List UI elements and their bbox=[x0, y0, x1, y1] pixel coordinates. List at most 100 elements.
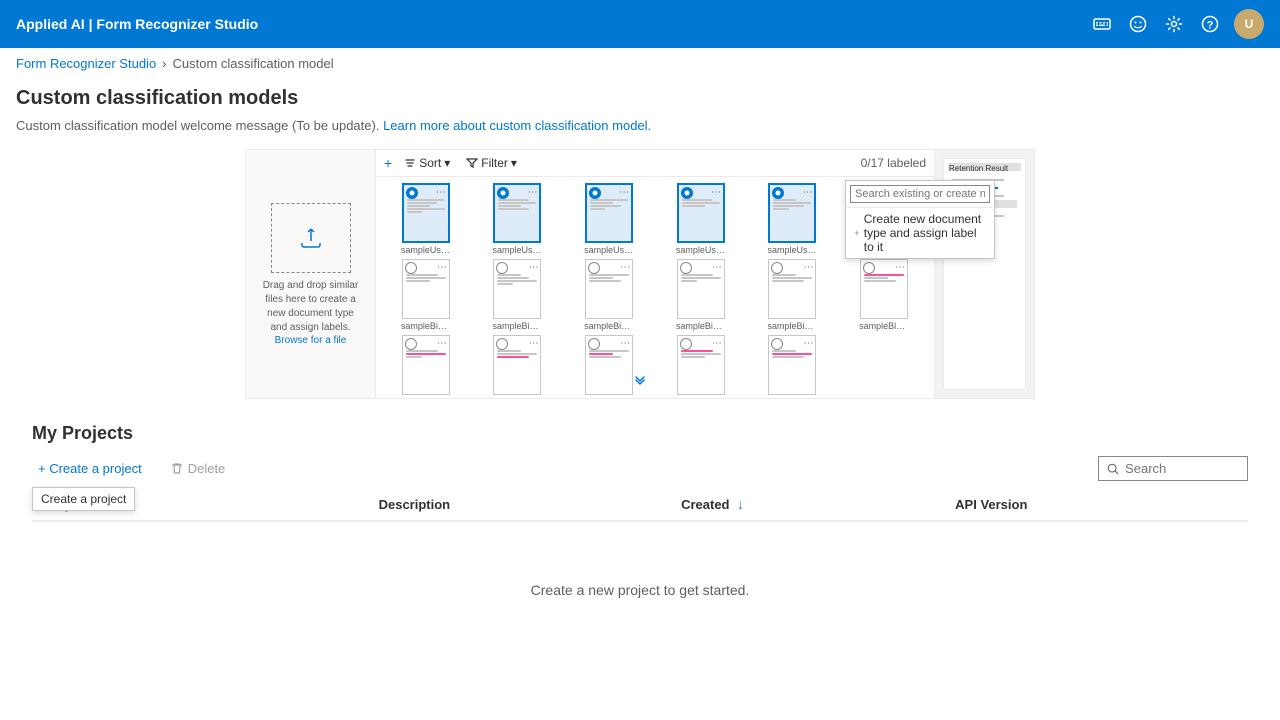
doc-more-icon[interactable]: ⋯ bbox=[619, 187, 629, 197]
doc-radio[interactable] bbox=[680, 262, 692, 274]
settings-icon[interactable] bbox=[1162, 12, 1186, 36]
doc-more-icon[interactable]: ⋯ bbox=[802, 187, 812, 197]
create-project-button[interactable]: + Create a project bbox=[32, 457, 148, 480]
doc-more-icon[interactable]: ⋯ bbox=[895, 262, 905, 272]
doc-item[interactable]: ⋯ sampleBiz-auth... bbox=[382, 259, 470, 331]
svg-text:?: ? bbox=[1207, 20, 1214, 32]
doc-thumb[interactable]: ⋯ bbox=[677, 183, 725, 243]
browse-link[interactable]: Browse for a file bbox=[275, 335, 347, 346]
doc-label: sampleUser-nam... bbox=[767, 245, 817, 255]
delete-button[interactable]: Delete bbox=[164, 457, 232, 480]
keyboard-icon[interactable] bbox=[1090, 12, 1114, 36]
empty-state: Create a new project to get started. bbox=[32, 522, 1248, 658]
doc-label: sampleBleed-of-l... bbox=[401, 397, 451, 398]
doc-more-icon[interactable]: ⋯ bbox=[527, 187, 537, 197]
doc-item[interactable]: ⋯ sampleBiz-auth... bbox=[565, 259, 653, 331]
doc-more-icon[interactable]: ⋯ bbox=[528, 262, 538, 272]
preview-panel: Create new document type and assign labe… bbox=[934, 150, 1034, 398]
upload-dropzone[interactable] bbox=[271, 203, 351, 273]
breadcrumb-home[interactable]: Form Recognizer Studio bbox=[16, 56, 156, 71]
add-icon[interactable]: + bbox=[384, 155, 392, 171]
doc-more-icon[interactable]: ⋯ bbox=[436, 187, 446, 197]
doc-thumb[interactable]: ⋯ bbox=[493, 335, 541, 395]
doc-label: sampleUser-nam... bbox=[584, 245, 634, 255]
doc-thumb[interactable]: ⋯ bbox=[402, 335, 450, 395]
doc-item[interactable]: ⋯ sampleBleed-of-l... bbox=[657, 335, 745, 398]
doc-label: sampleBleed-of-l... bbox=[859, 321, 909, 331]
doc-thumb[interactable]: ⋯ bbox=[768, 183, 816, 243]
dropdown-item-create[interactable]: Create new document type and assign labe… bbox=[846, 208, 994, 258]
doc-more-icon[interactable]: ⋯ bbox=[620, 338, 630, 348]
doc-more-icon[interactable]: ⋯ bbox=[437, 262, 447, 272]
doc-item[interactable]: ⋯ sampleUser-nam... bbox=[749, 183, 837, 255]
doc-radio[interactable] bbox=[405, 262, 417, 274]
doc-more-icon[interactable]: ⋯ bbox=[712, 338, 722, 348]
doc-thumb[interactable]: ⋯ bbox=[768, 259, 816, 319]
projects-table: Project name Description Created ↓ API V… bbox=[32, 489, 1248, 522]
doc-thumb[interactable]: ⋯ bbox=[402, 183, 450, 243]
search-input[interactable] bbox=[1125, 461, 1239, 476]
doc-item[interactable]: ⋯ sampleUser-nam... bbox=[657, 183, 745, 255]
doc-item[interactable]: ⋯ sampleBleed-of-l... bbox=[749, 335, 837, 398]
doc-item[interactable]: ⋯ sampleBleed-of-l... bbox=[382, 335, 470, 398]
doc-label: sampleBleed-of-l... bbox=[676, 397, 726, 398]
learn-more-link[interactable]: Learn more about custom classification m… bbox=[383, 118, 651, 133]
doc-radio[interactable] bbox=[406, 187, 418, 199]
doc-radio[interactable] bbox=[681, 187, 693, 199]
doc-item[interactable]: ⋯ sampleBleed-of-l... bbox=[840, 259, 928, 331]
doc-thumb[interactable]: ⋯ bbox=[585, 183, 633, 243]
doc-thumb[interactable]: ⋯ bbox=[585, 259, 633, 319]
doc-more-icon[interactable]: ⋯ bbox=[803, 338, 813, 348]
doc-item[interactable]: ⋯ sampleUser-nam... bbox=[382, 183, 470, 255]
doc-thumb[interactable]: ⋯ bbox=[585, 335, 633, 395]
breadcrumb-separator: › bbox=[162, 56, 166, 71]
doc-toolbar: + Sort ▾ Filter ▾ 0/17 labeled bbox=[376, 150, 934, 177]
doc-thumb[interactable]: ⋯ bbox=[677, 259, 725, 319]
filter-btn[interactable]: Filter ▾ bbox=[462, 154, 521, 172]
doc-thumb[interactable]: ⋯ bbox=[493, 183, 541, 243]
app-title: Applied AI | Form Recognizer Studio bbox=[16, 16, 258, 32]
create-project-tooltip: Create a project bbox=[32, 487, 135, 511]
table-header: Project name Description Created ↓ API V… bbox=[32, 489, 1248, 521]
sort-btn[interactable]: Sort ▾ bbox=[400, 154, 454, 172]
doc-label: sampleBiz-auth... bbox=[401, 321, 451, 331]
app-header: Applied AI | Form Recognizer Studio bbox=[0, 0, 1280, 48]
col-description: Description bbox=[367, 489, 669, 521]
labeled-count: 0/17 labeled bbox=[861, 156, 926, 170]
doc-label: sampleBiz-auth... bbox=[767, 321, 817, 331]
doc-label: sampleBleed-of-l... bbox=[492, 397, 542, 398]
doc-more-icon[interactable]: ⋯ bbox=[620, 262, 630, 272]
expand-btn[interactable] bbox=[632, 371, 648, 390]
doc-more-icon[interactable]: ⋯ bbox=[803, 262, 813, 272]
doc-thumb[interactable]: ⋯ bbox=[493, 259, 541, 319]
label-dropdown: Create new document type and assign labe… bbox=[845, 180, 995, 259]
doc-more-icon[interactable]: ⋯ bbox=[528, 338, 538, 348]
dropdown-search-input[interactable] bbox=[850, 185, 990, 203]
doc-more-icon[interactable]: ⋯ bbox=[437, 338, 447, 348]
doc-item[interactable]: ⋯ sampleBleed-of-l... bbox=[474, 335, 562, 398]
doc-item[interactable]: ⋯ sampleUser-nam... bbox=[474, 183, 562, 255]
emoji-icon[interactable] bbox=[1126, 12, 1150, 36]
avatar[interactable]: U bbox=[1234, 9, 1264, 39]
doc-item[interactable]: ⋯ sampleBiz-auth... bbox=[474, 259, 562, 331]
projects-section: My Projects + Create a project Create a … bbox=[16, 423, 1264, 658]
doc-radio[interactable] bbox=[405, 338, 417, 350]
doc-thumb[interactable]: ⋯ bbox=[402, 259, 450, 319]
breadcrumb-current: Custom classification model bbox=[173, 56, 334, 71]
doc-more-icon[interactable]: ⋯ bbox=[711, 187, 721, 197]
search-box bbox=[1098, 456, 1248, 481]
doc-item[interactable]: ⋯ sampleBiz-auth... bbox=[657, 259, 745, 331]
doc-thumb[interactable]: ⋯ bbox=[768, 335, 816, 395]
create-project-wrapper: + Create a project Create a project bbox=[32, 457, 148, 480]
doc-thumb[interactable]: ⋯ bbox=[677, 335, 725, 395]
doc-radio[interactable] bbox=[680, 338, 692, 350]
col-created[interactable]: Created ↓ bbox=[669, 489, 943, 521]
main-content: Custom classification models Custom clas… bbox=[0, 79, 1280, 674]
help-icon[interactable]: ? bbox=[1198, 12, 1222, 36]
doc-more-icon[interactable]: ⋯ bbox=[712, 262, 722, 272]
header-icons: ? U bbox=[1090, 9, 1264, 39]
doc-item[interactable]: ⋯ sampleUser-nam... bbox=[565, 183, 653, 255]
doc-label: sampleUser-nam... bbox=[492, 245, 542, 255]
doc-item[interactable]: ⋯ sampleBiz-auth... bbox=[749, 259, 837, 331]
doc-thumb[interactable]: ⋯ bbox=[860, 259, 908, 319]
